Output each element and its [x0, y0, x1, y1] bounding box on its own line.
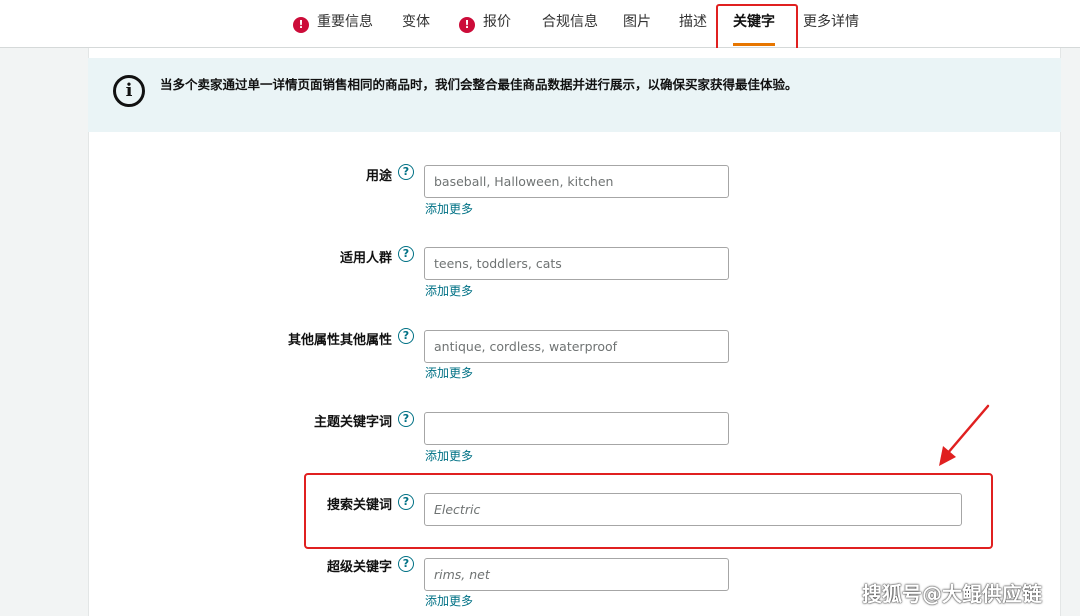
intended-use-input[interactable] [424, 165, 729, 198]
tab-label: 合规信息 [542, 14, 598, 30]
add-more-link-target-audience[interactable]: 添加更多 [425, 282, 473, 299]
add-more-link-platinum-keywords[interactable]: 添加更多 [425, 592, 473, 609]
add-more-link-intended-use[interactable]: 添加更多 [425, 200, 473, 217]
add-more-link-subject-keywords[interactable]: 添加更多 [425, 447, 473, 464]
warning-icon: ! [293, 17, 309, 33]
help-icon[interactable]: ? [398, 164, 414, 180]
help-icon[interactable]: ? [398, 556, 414, 572]
tab-description[interactable]: 描述 [679, 0, 707, 46]
watermark: 搜狐号@大鲲供应链 [862, 582, 1042, 606]
tab-label: 变体 [402, 14, 430, 30]
info-icon: i [113, 75, 145, 107]
tab-variations[interactable]: 变体 [402, 0, 430, 46]
annotation-arrow-icon [939, 404, 990, 466]
tab-label: 图片 [623, 14, 651, 30]
help-icon[interactable]: ? [398, 411, 414, 427]
other-attributes-input[interactable] [424, 330, 729, 363]
platinum-keywords-input[interactable] [424, 558, 729, 591]
search-terms-annotation-box [304, 473, 993, 549]
help-icon[interactable]: ? [398, 328, 414, 344]
warning-icon: ! [459, 17, 475, 33]
tab-offer[interactable]: ! 报价 [459, 0, 511, 46]
info-banner [88, 58, 1061, 132]
tab-label: 重要信息 [317, 14, 373, 30]
subject-keywords-input[interactable] [424, 412, 729, 445]
help-icon[interactable]: ? [398, 246, 414, 262]
tab-label: 更多详情 [803, 14, 859, 30]
field-label-target-audience: 适用人群 [339, 251, 392, 266]
add-more-link-other-attributes[interactable]: 添加更多 [425, 364, 473, 381]
field-label-platinum-keywords: 超级关键字 [326, 560, 392, 575]
tab-label: 描述 [679, 14, 707, 30]
field-label-intended-use: 用途 [365, 169, 392, 184]
tab-images[interactable]: 图片 [623, 0, 651, 46]
keywords-tab-annotation-box [716, 4, 798, 51]
field-label-subject-keywords: 主题关键字词 [313, 415, 392, 430]
tab-important-info[interactable]: ! 重要信息 [293, 0, 373, 46]
tab-more-details[interactable]: 更多详情 [803, 0, 859, 46]
field-label-other-attributes: 其他属性其他属性 [287, 333, 392, 348]
target-audience-input[interactable] [424, 247, 729, 280]
tab-label: 报价 [483, 14, 511, 30]
tab-bar: ! 重要信息 变体 ! 报价 合规信息 图片 描述 关键字 更多详情 [0, 0, 1080, 48]
info-banner-text: 当多个卖家通过单一详情页面销售相同的商品时，我们会整合最佳商品数据并进行展示，以… [160, 77, 798, 92]
tab-compliance[interactable]: 合规信息 [542, 0, 598, 46]
